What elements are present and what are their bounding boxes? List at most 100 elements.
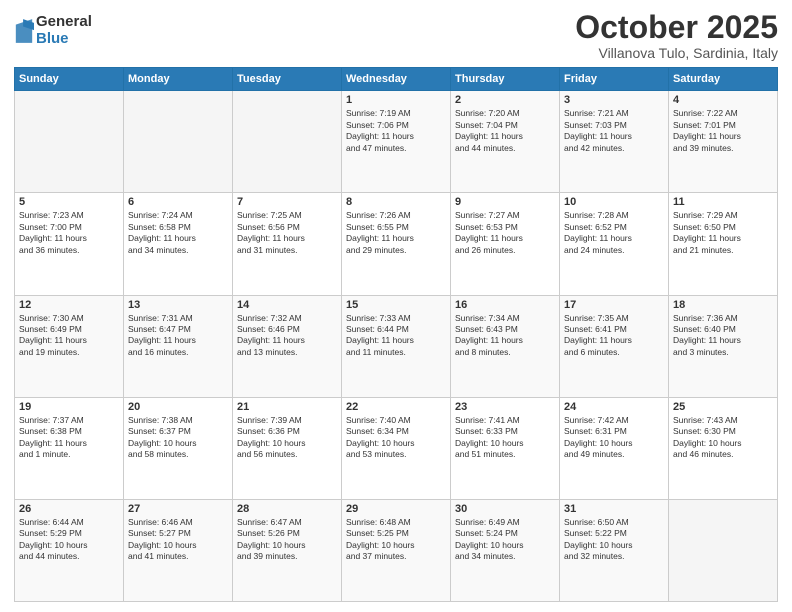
day-number: 15 [346, 299, 446, 311]
day-number: 11 [673, 196, 773, 208]
day-cell: 3 Sunrise: 7:21 AM Sunset: 7:03 PM Daylig… [560, 91, 669, 193]
day-info: Sunrise: 6:47 AM Sunset: 5:26 PM Dayligh… [237, 517, 337, 563]
day-cell [669, 499, 778, 601]
day-number: 12 [19, 299, 119, 311]
day-cell: 21 Sunrise: 7:39 AM Sunset: 6:36 PM Dayli… [233, 397, 342, 499]
location-subtitle: Villanova Tulo, Sardinia, Italy [575, 45, 778, 61]
month-title: October 2025 [575, 10, 778, 45]
header-row: SundayMondayTuesdayWednesdayThursdayFrid… [15, 68, 778, 91]
day-cell [233, 91, 342, 193]
day-cell: 25Sunrise: 7:43 AM Sunset: 6:30 PM Dayli… [669, 397, 778, 499]
logo-text: General Blue [36, 14, 92, 47]
day-info: Sunrise: 7:32 AM Sunset: 6:46 PM Dayligh… [237, 313, 337, 359]
day-info: Sunrise: 7:37 AM Sunset: 6:38 PM Dayligh… [19, 415, 119, 461]
day-info: Sunrise: 7:21 AM Sunset: 7:03 PM Dayligh… [564, 108, 664, 154]
day-info: Sunrise: 7:38 AM Sunset: 6:37 PM Dayligh… [128, 415, 228, 461]
day-info: Sunrise: 6:46 AM Sunset: 5:27 PM Dayligh… [128, 517, 228, 563]
day-info: Sunrise: 6:44 AM Sunset: 5:29 PM Dayligh… [19, 517, 119, 563]
logo-icon [14, 17, 34, 45]
day-number: 18 [673, 299, 773, 311]
day-number: 31 [564, 503, 664, 515]
day-cell: 31 Sunrise: 6:50 AM Sunset: 5:22 PM Dayli… [560, 499, 669, 601]
day-info: Sunrise: 7:39 AM Sunset: 6:36 PM Dayligh… [237, 415, 337, 461]
day-number: 24 [564, 401, 664, 413]
day-number: 19 [19, 401, 119, 413]
day-cell: 22 Sunrise: 7:40 AM Sunset: 6:34 PM Dayli… [342, 397, 451, 499]
week-row-4: 19 Sunrise: 7:37 AM Sunset: 6:38 PM Dayli… [15, 397, 778, 499]
week-row-5: 26 Sunrise: 6:44 AM Sunset: 5:29 PM Dayli… [15, 499, 778, 601]
day-cell: 15Sunrise: 7:33 AM Sunset: 6:44 PM Dayli… [342, 295, 451, 397]
day-cell: 26 Sunrise: 6:44 AM Sunset: 5:29 PM Dayli… [15, 499, 124, 601]
day-cell: 8 Sunrise: 7:26 AM Sunset: 6:55 PM Daylig… [342, 193, 451, 295]
day-info: Sunrise: 7:29 AM Sunset: 6:50 PM Dayligh… [673, 210, 773, 256]
day-cell: 11 Sunrise: 7:29 AM Sunset: 6:50 PM Dayli… [669, 193, 778, 295]
day-info: Sunrise: 7:36 AM Sunset: 6:40 PM Dayligh… [673, 313, 773, 359]
day-info: Sunrise: 7:24 AM Sunset: 6:58 PM Dayligh… [128, 210, 228, 256]
day-info: Sunrise: 6:50 AM Sunset: 5:22 PM Dayligh… [564, 517, 664, 563]
day-info: Sunrise: 7:20 AM Sunset: 7:04 PM Dayligh… [455, 108, 555, 154]
day-info: Sunrise: 7:30 AM Sunset: 6:49 PM Dayligh… [19, 313, 119, 359]
col-header-thursday: Thursday [451, 68, 560, 91]
day-cell: 27 Sunrise: 6:46 AM Sunset: 5:27 PM Dayli… [124, 499, 233, 601]
day-number: 21 [237, 401, 337, 413]
day-number: 4 [673, 94, 773, 106]
day-number: 29 [346, 503, 446, 515]
day-info: Sunrise: 7:43 AM Sunset: 6:30 PM Dayligh… [673, 415, 773, 461]
day-cell: 2 Sunrise: 7:20 AM Sunset: 7:04 PM Daylig… [451, 91, 560, 193]
col-header-monday: Monday [124, 68, 233, 91]
day-info: Sunrise: 7:34 AM Sunset: 6:43 PM Dayligh… [455, 313, 555, 359]
day-cell: 6 Sunrise: 7:24 AM Sunset: 6:58 PM Daylig… [124, 193, 233, 295]
day-cell: 14 Sunrise: 7:32 AM Sunset: 6:46 PM Dayli… [233, 295, 342, 397]
day-number: 26 [19, 503, 119, 515]
day-cell: 24 Sunrise: 7:42 AM Sunset: 6:31 PM Dayli… [560, 397, 669, 499]
day-cell: 12 Sunrise: 7:30 AM Sunset: 6:49 PM Dayli… [15, 295, 124, 397]
day-number: 5 [19, 196, 119, 208]
day-cell: 16Sunrise: 7:34 AM Sunset: 6:43 PM Dayli… [451, 295, 560, 397]
page: General Blue October 2025 Villanova Tulo… [0, 0, 792, 612]
week-row-3: 12 Sunrise: 7:30 AM Sunset: 6:49 PM Dayli… [15, 295, 778, 397]
day-cell: 17Sunrise: 7:35 AM Sunset: 6:41 PM Dayli… [560, 295, 669, 397]
header: General Blue October 2025 Villanova Tulo… [14, 10, 778, 61]
col-header-sunday: Sunday [15, 68, 124, 91]
col-header-friday: Friday [560, 68, 669, 91]
day-number: 14 [237, 299, 337, 311]
day-info: Sunrise: 7:35 AM Sunset: 6:41 PM Dayligh… [564, 313, 664, 359]
logo-general-text: General [36, 14, 92, 31]
day-cell: 19 Sunrise: 7:37 AM Sunset: 6:38 PM Dayli… [15, 397, 124, 499]
day-number: 22 [346, 401, 446, 413]
day-number: 2 [455, 94, 555, 106]
day-info: Sunrise: 7:25 AM Sunset: 6:56 PM Dayligh… [237, 210, 337, 256]
col-header-saturday: Saturday [669, 68, 778, 91]
day-number: 7 [237, 196, 337, 208]
logo-blue-text: Blue [36, 31, 92, 48]
day-cell: 5 Sunrise: 7:23 AM Sunset: 7:00 PM Daylig… [15, 193, 124, 295]
day-info: Sunrise: 6:48 AM Sunset: 5:25 PM Dayligh… [346, 517, 446, 563]
day-cell: 4 Sunrise: 7:22 AM Sunset: 7:01 PM Daylig… [669, 91, 778, 193]
title-block: October 2025 Villanova Tulo, Sardinia, I… [575, 10, 778, 61]
day-cell: 28Sunrise: 6:47 AM Sunset: 5:26 PM Dayli… [233, 499, 342, 601]
day-number: 3 [564, 94, 664, 106]
logo: General Blue [14, 14, 92, 47]
day-info: Sunrise: 7:23 AM Sunset: 7:00 PM Dayligh… [19, 210, 119, 256]
week-row-1: 1Sunrise: 7:19 AM Sunset: 7:06 PM Daylig… [15, 91, 778, 193]
day-info: Sunrise: 7:26 AM Sunset: 6:55 PM Dayligh… [346, 210, 446, 256]
day-cell: 1Sunrise: 7:19 AM Sunset: 7:06 PM Daylig… [342, 91, 451, 193]
calendar-table: SundayMondayTuesdayWednesdayThursdayFrid… [14, 67, 778, 602]
day-number: 6 [128, 196, 228, 208]
day-info: Sunrise: 7:42 AM Sunset: 6:31 PM Dayligh… [564, 415, 664, 461]
col-header-tuesday: Tuesday [233, 68, 342, 91]
col-header-wednesday: Wednesday [342, 68, 451, 91]
day-info: Sunrise: 7:28 AM Sunset: 6:52 PM Dayligh… [564, 210, 664, 256]
day-info: Sunrise: 7:31 AM Sunset: 6:47 PM Dayligh… [128, 313, 228, 359]
day-info: Sunrise: 7:40 AM Sunset: 6:34 PM Dayligh… [346, 415, 446, 461]
day-number: 8 [346, 196, 446, 208]
day-cell [15, 91, 124, 193]
day-info: Sunrise: 7:22 AM Sunset: 7:01 PM Dayligh… [673, 108, 773, 154]
day-number: 9 [455, 196, 555, 208]
day-number: 23 [455, 401, 555, 413]
day-cell: 20Sunrise: 7:38 AM Sunset: 6:37 PM Dayli… [124, 397, 233, 499]
day-cell: 10Sunrise: 7:28 AM Sunset: 6:52 PM Dayli… [560, 193, 669, 295]
day-number: 30 [455, 503, 555, 515]
day-number: 27 [128, 503, 228, 515]
day-cell [124, 91, 233, 193]
